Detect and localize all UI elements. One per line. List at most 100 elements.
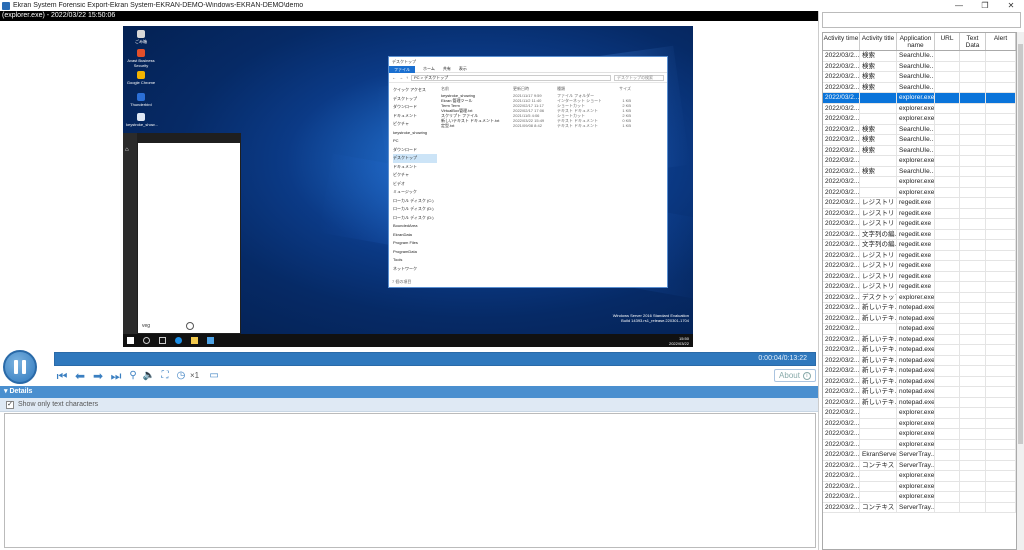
activity-row[interactable]: 2022/03/2... 新しいテキ... notepad.exe	[823, 376, 1016, 387]
activity-row[interactable]: 2022/03/2... 検索 SearchUIe...	[823, 51, 1016, 62]
activity-row[interactable]: 2022/03/2... explorer.exe	[823, 103, 1016, 114]
activity-cell	[960, 114, 986, 124]
activity-row[interactable]: 2022/03/2... 検索 SearchUIe...	[823, 135, 1016, 146]
activity-scrollbar[interactable]	[1017, 32, 1024, 550]
activity-row[interactable]: 2022/03/2... explorer.exe	[823, 114, 1016, 125]
activity-row[interactable]: 2022/03/2... explorer.exe	[823, 93, 1016, 104]
activity-row[interactable]: 2022/03/2... explorer.exe	[823, 408, 1016, 419]
fit-screen-icon[interactable]: ⛶	[158, 369, 172, 383]
speed-icon[interactable]: ◷	[174, 369, 188, 383]
activity-row[interactable]: 2022/03/2... 新しいテキ... notepad.exe	[823, 303, 1016, 314]
activity-cell	[960, 334, 986, 344]
activity-row[interactable]: 2022/03/2... 新しいテキ... notepad.exe	[823, 387, 1016, 398]
scrollbar-thumb[interactable]	[1018, 44, 1023, 444]
activity-search-input[interactable]	[822, 12, 1021, 28]
activity-row[interactable]: 2022/03/2...レジストリ エ...regedit.exe	[823, 282, 1016, 293]
activity-cell: SearchUIe...	[899, 145, 935, 155]
activity-row[interactable]: 2022/03/2...レジストリ エ...regedit.exe	[823, 271, 1016, 282]
activity-row[interactable]: 2022/03/2... explorer.exe	[823, 418, 1016, 429]
up-icon: ↑	[406, 75, 408, 80]
first-frame-icon[interactable]: ⏮	[54, 369, 70, 383]
maximize-button[interactable]: ❐	[972, 1, 998, 10]
activity-row[interactable]: 2022/03/2... 検索 SearchUIe...	[823, 166, 1016, 177]
activity-row[interactable]: 2022/03/2... 新しいテキ... notepad.exe	[823, 397, 1016, 408]
activity-cell: 検索	[860, 166, 897, 176]
activity-row[interactable]: 2022/03/2...レジストリ エ...regedit.exe	[823, 208, 1016, 219]
activity-column-header[interactable]: Application name	[897, 33, 935, 50]
about-button[interactable]: About i	[774, 369, 816, 382]
playback-progress-bar[interactable]: 0:00:04/0:13:22	[54, 352, 816, 366]
nav-item: Tools	[393, 257, 403, 262]
activity-cell: 2022/03/2...	[825, 72, 860, 82]
explorer-ribbon: ファイル ホーム 共有 表示	[389, 65, 667, 73]
activity-row[interactable]: 2022/03/2... 文字列の編... regedit.exe	[823, 240, 1016, 251]
pause-button[interactable]	[3, 350, 37, 384]
activity-cell: 2022/03/2...	[825, 187, 860, 197]
activity-column-header[interactable]: Activity time	[823, 33, 860, 50]
activity-cell	[960, 72, 986, 82]
volume-icon[interactable]: 🔈	[142, 369, 156, 383]
activity-cell	[960, 198, 986, 208]
video-viewport[interactable]: ごみ箱 Avast Business Security Google Chrome T…	[0, 21, 818, 348]
text-search-icon[interactable]: ▭	[207, 369, 221, 383]
activity-cell: 2022/03/2...	[825, 240, 860, 250]
activity-row[interactable]: 2022/03/2... notepad.exe	[823, 324, 1016, 335]
activity-row[interactable]: 2022/03/2... 新しいテキ... notepad.exe	[823, 313, 1016, 324]
nav-item: ローカル ディスク (C:)	[393, 197, 434, 203]
activity-row[interactable]: 2022/03/2... 新しいテキ... notepad.exe	[823, 345, 1016, 356]
activity-row[interactable]: 2022/03/2... 新しいテキ... notepad.exe	[823, 355, 1016, 366]
playback-toolbar: ⏮ ⬅ ➡ ⏭ ⚲ 🔈 ⛶ ◷ ×1 ▭	[54, 368, 221, 383]
activity-row[interactable]: 2022/03/2... 検索 SearchUIe...	[823, 61, 1016, 72]
activity-row[interactable]: 2022/03/2... 新しいテキ... notepad.exe	[823, 334, 1016, 345]
last-frame-icon[interactable]: ⏭	[108, 369, 124, 383]
activity-cell	[986, 156, 1016, 166]
zoom-icon[interactable]: ⚲	[126, 369, 140, 383]
activity-column-header[interactable]: Text Data	[960, 33, 986, 50]
activity-cell	[935, 387, 960, 397]
activity-row[interactable]: 2022/03/2... explorer.exe	[823, 429, 1016, 440]
activity-row[interactable]: 2022/03/2... コンテキスト ServerTray...	[823, 502, 1016, 513]
activity-column-header[interactable]: Alert	[986, 33, 1016, 50]
activity-row[interactable]: 2022/03/2... 検索 SearchUIe...	[823, 72, 1016, 83]
minimize-button[interactable]: —	[946, 1, 972, 10]
desktop-icon-label: Avast Business Security	[127, 58, 155, 68]
show-text-checkbox[interactable]: ✓	[6, 400, 14, 409]
recorded-screen[interactable]: ごみ箱 Avast Business Security Google Chrome T…	[123, 26, 693, 347]
file-column-header: 名前	[441, 86, 449, 91]
activity-row[interactable]: 2022/03/2... explorer.exe	[823, 187, 1016, 198]
activity-row[interactable]: 2022/03/2... 検索 SearchUIe...	[823, 124, 1016, 135]
activity-cell: SearchUIe...	[899, 166, 935, 176]
nav-item: デスクトップ	[393, 95, 417, 101]
nav-item: EkranData	[393, 231, 412, 237]
activity-cell: 2022/03/2...	[825, 408, 860, 418]
close-button[interactable]: ✕	[998, 1, 1024, 10]
activity-row[interactable]: 2022/03/2...レジストリ エ...regedit.exe	[823, 198, 1016, 209]
activity-cell	[960, 492, 986, 502]
activity-cell: notepad.exe	[899, 345, 935, 355]
activity-row[interactable]: 2022/03/2... コンテキスト ServerTray...	[823, 460, 1016, 471]
activity-row[interactable]: 2022/03/2...レジストリ エ...regedit.exe	[823, 219, 1016, 230]
activity-row[interactable]: 2022/03/2...デスクトップexplorer.exe	[823, 292, 1016, 303]
activity-row[interactable]: 2022/03/2... explorer.exe	[823, 439, 1016, 450]
activity-row[interactable]: 2022/03/2... 検索 SearchUIe...	[823, 145, 1016, 156]
activity-cell	[935, 166, 960, 176]
activity-row[interactable]: 2022/03/2... 新しいテキ... notepad.exe	[823, 366, 1016, 377]
activity-row[interactable]: 2022/03/2... 文字列の編... regedit.exe	[823, 229, 1016, 240]
details-header[interactable]: ▾ Details	[0, 386, 818, 398]
activity-row[interactable]: 2022/03/2... explorer.exe	[823, 471, 1016, 482]
activity-column-header[interactable]: URL	[935, 33, 960, 50]
activity-row[interactable]: 2022/03/2... explorer.exe	[823, 177, 1016, 188]
activity-cell	[960, 418, 986, 428]
details-options: ✓ Show only text characters	[0, 398, 818, 412]
activity-row[interactable]: 2022/03/2... explorer.exe	[823, 492, 1016, 503]
next-icon[interactable]: ➡	[90, 369, 106, 383]
activity-row[interactable]: 2022/03/2... explorer.exe	[823, 156, 1016, 167]
previous-icon[interactable]: ⬅	[72, 369, 88, 383]
activity-column-header[interactable]: Activity title	[860, 33, 897, 50]
activity-row[interactable]: 2022/03/2...レジストリ エ...regedit.exe	[823, 261, 1016, 272]
activity-row[interactable]: 2022/03/2... 検索 SearchUIe...	[823, 82, 1016, 93]
activity-row[interactable]: 2022/03/2...レジストリ エ...regedit.exe	[823, 250, 1016, 261]
activity-row[interactable]: 2022/03/2... explorer.exe	[823, 481, 1016, 492]
details-text-area[interactable]	[4, 413, 816, 548]
activity-row[interactable]: 2022/03/2...EkranServe...ServerTray...	[823, 450, 1016, 461]
